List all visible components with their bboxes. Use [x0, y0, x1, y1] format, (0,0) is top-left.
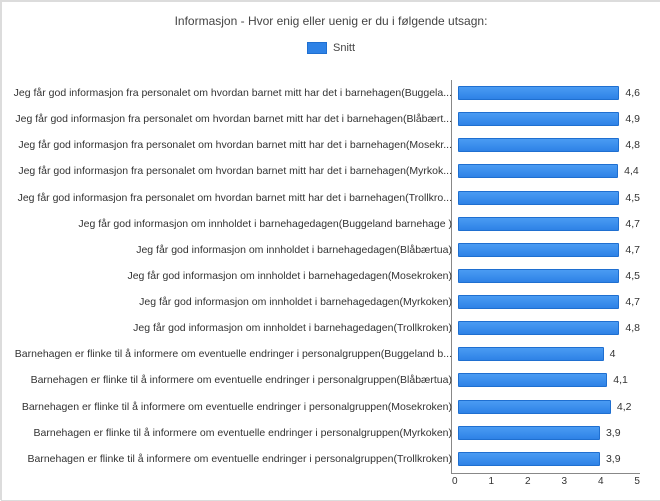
- chart-row: Jeg får god informasjon om innholdet i b…: [12, 289, 640, 315]
- bar: [458, 138, 619, 152]
- bar-zone: 4,8: [458, 315, 640, 341]
- bar-zone: 4,6: [458, 80, 640, 106]
- chart-row: Jeg får god informasjon om innholdet i b…: [12, 315, 640, 341]
- bar: [458, 452, 600, 466]
- bar-zone: 4: [458, 341, 640, 367]
- x-tick: 0: [452, 476, 458, 494]
- bar: [458, 112, 619, 126]
- bar: [458, 426, 600, 440]
- value-label: 4,5: [625, 192, 640, 204]
- x-axis: 0 1 2 3 4 5: [452, 473, 640, 492]
- bar: [458, 243, 619, 257]
- x-tick: 1: [488, 476, 494, 494]
- chart-row: Jeg får god informasjon fra personalet o…: [12, 158, 640, 184]
- category-label: Jeg får god informasjon om innholdet i b…: [12, 244, 458, 256]
- category-label: Jeg får god informasjon om innholdet i b…: [12, 270, 458, 282]
- chart-row: Barnehagen er flinke til å informere om …: [12, 394, 640, 420]
- chart-row: Barnehagen er flinke til å informere om …: [12, 341, 640, 367]
- category-label: Jeg får god informasjon fra personalet o…: [12, 165, 458, 177]
- category-label: Barnehagen er flinke til å informere om …: [12, 453, 458, 465]
- chart-row: Jeg får god informasjon fra personalet o…: [12, 185, 640, 211]
- bar: [458, 295, 619, 309]
- category-label: Barnehagen er flinke til å informere om …: [12, 348, 458, 360]
- value-label: 4,9: [625, 113, 640, 125]
- chart-row: Jeg får god informasjon om innholdet i b…: [12, 237, 640, 263]
- bar-zone: 4,7: [458, 289, 640, 315]
- category-label: Jeg får god informasjon fra personalet o…: [12, 87, 458, 99]
- bar-zone: 4,5: [458, 263, 640, 289]
- value-label: 4,8: [625, 139, 640, 151]
- bar: [458, 269, 619, 283]
- x-tick: 2: [525, 476, 531, 494]
- bar: [458, 321, 619, 335]
- x-tick: 5: [634, 476, 640, 494]
- bar: [458, 347, 604, 361]
- chart-row: Barnehagen er flinke til å informere om …: [12, 446, 640, 472]
- chart-title: Informasjon - Hvor enig eller uenig er d…: [2, 14, 660, 28]
- value-label: 4: [610, 348, 616, 360]
- bar: [458, 191, 619, 205]
- chart-row: Barnehagen er flinke til å informere om …: [12, 420, 640, 446]
- chart-row: Jeg får god informasjon om innholdet i b…: [12, 263, 640, 289]
- legend-swatch: [307, 42, 327, 54]
- chart-row: Barnehagen er flinke til å informere om …: [12, 367, 640, 393]
- bar-zone: 3,9: [458, 420, 640, 446]
- value-label: 3,9: [606, 427, 621, 439]
- value-label: 4,8: [625, 322, 640, 334]
- bar-zone: 4,7: [458, 237, 640, 263]
- value-label: 4,7: [625, 296, 640, 308]
- value-label: 4,4: [624, 165, 639, 177]
- value-label: 4,7: [625, 218, 640, 230]
- category-label: Barnehagen er flinke til å informere om …: [12, 374, 458, 386]
- category-label: Jeg får god informasjon om innholdet i b…: [12, 322, 458, 334]
- value-label: 4,1: [613, 374, 628, 386]
- chart-row: Jeg får god informasjon om innholdet i b…: [12, 211, 640, 237]
- bar: [458, 217, 619, 231]
- chart-row: Jeg får god informasjon fra personalet o…: [12, 132, 640, 158]
- category-label: Barnehagen er flinke til å informere om …: [12, 401, 458, 413]
- chart-row: Jeg får god informasjon fra personalet o…: [12, 80, 640, 106]
- bar-zone: 4,5: [458, 185, 640, 211]
- x-tick: 3: [561, 476, 567, 494]
- bar-zone: 3,9: [458, 446, 640, 472]
- plot-area: Jeg får god informasjon fra personalet o…: [12, 80, 640, 472]
- bar-zone: 4,4: [458, 158, 640, 184]
- category-label: Jeg får god informasjon fra personalet o…: [12, 113, 458, 125]
- value-label: 4,5: [625, 270, 640, 282]
- bar: [458, 164, 618, 178]
- value-label: 4,2: [617, 401, 632, 413]
- category-label: Jeg får god informasjon fra personalet o…: [12, 139, 458, 151]
- category-label: Jeg får god informasjon fra personalet o…: [12, 192, 458, 204]
- bar-zone: 4,2: [458, 394, 640, 420]
- bar-zone: 4,1: [458, 367, 640, 393]
- bar-zone: 4,8: [458, 132, 640, 158]
- bar: [458, 86, 619, 100]
- x-tick: 4: [598, 476, 604, 494]
- value-label: 4,7: [625, 244, 640, 256]
- category-label: Jeg får god informasjon om innholdet i b…: [12, 218, 458, 230]
- legend: Snitt: [2, 42, 660, 54]
- chart-frame: Informasjon - Hvor enig eller uenig er d…: [2, 2, 660, 500]
- category-label: Jeg får god informasjon om innholdet i b…: [12, 296, 458, 308]
- value-label: 4,6: [625, 87, 640, 99]
- category-label: Barnehagen er flinke til å informere om …: [12, 427, 458, 439]
- value-label: 3,9: [606, 453, 621, 465]
- bar: [458, 373, 607, 387]
- bar-zone: 4,9: [458, 106, 640, 132]
- chart-row: Jeg får god informasjon fra personalet o…: [12, 106, 640, 132]
- bar: [458, 400, 611, 414]
- legend-label: Snitt: [333, 42, 355, 54]
- bar-zone: 4,7: [458, 211, 640, 237]
